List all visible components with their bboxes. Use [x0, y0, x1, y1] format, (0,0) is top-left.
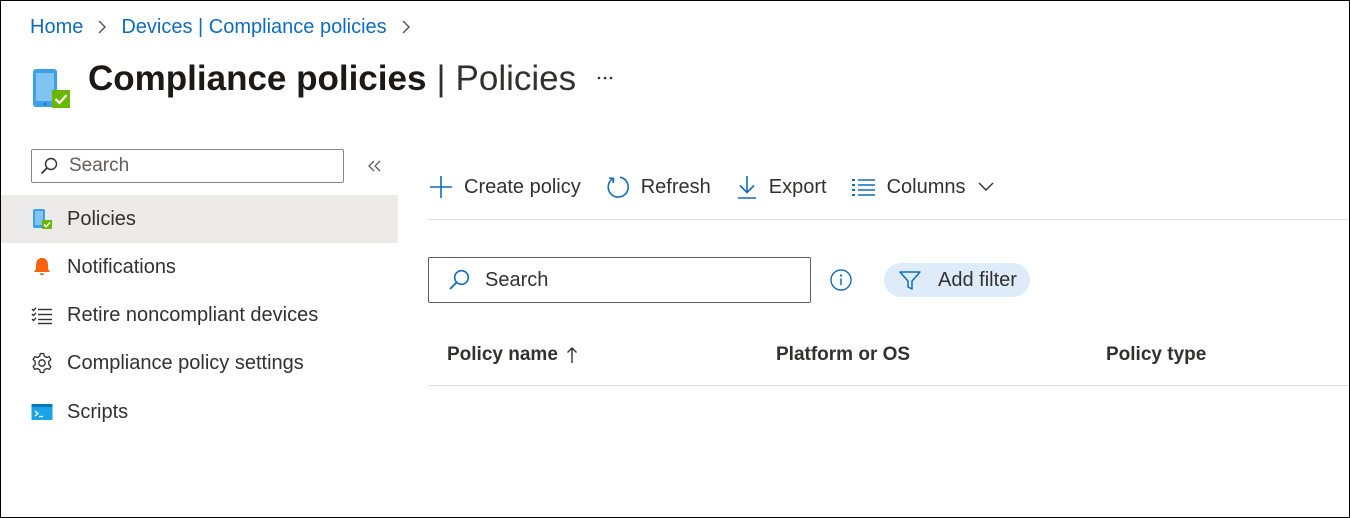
refresh-icon [607, 176, 629, 198]
chevron-down-icon [978, 182, 994, 191]
create-policy-label: Create policy [464, 175, 581, 198]
page-title-separator: | [436, 59, 446, 98]
chevron-right-icon [83, 16, 121, 39]
add-filter-label: Add filter [938, 268, 1017, 291]
export-button[interactable]: Export [735, 174, 827, 200]
chevron-right-icon [387, 16, 425, 39]
breadcrumb-devices-link[interactable]: Devices | Compliance policies [121, 16, 386, 39]
download-icon [737, 176, 756, 199]
terminal-icon [30, 400, 54, 424]
more-horizontal-icon[interactable] [593, 67, 619, 87]
search-icon [449, 269, 470, 290]
sidebar-item-notifications[interactable]: Notifications [1, 243, 398, 291]
nav-search-box [31, 149, 344, 183]
sidebar-item-compliance-settings[interactable]: Compliance policy settings [1, 339, 398, 387]
columns-list-icon [851, 179, 875, 196]
compliance-device-icon [32, 68, 72, 112]
column-header-policy-name[interactable]: Policy name [447, 341, 578, 369]
plus-icon [430, 176, 452, 198]
page-title-section: Policies [455, 59, 577, 98]
breadcrumb-home-link[interactable]: Home [30, 16, 83, 39]
collapse-nav-icon[interactable] [365, 156, 385, 176]
info-icon[interactable] [830, 269, 852, 291]
sidebar-item-label: Compliance policy settings [67, 351, 304, 374]
search-icon [40, 157, 58, 175]
page-title: Compliance policies | Policies [88, 57, 576, 101]
column-header-policy-type[interactable]: Policy type [1106, 341, 1206, 369]
sidebar-item-label: Retire noncompliant devices [67, 303, 319, 326]
compliance-device-icon [30, 207, 54, 231]
table-header-divider [428, 385, 1349, 386]
page-title-main: Compliance policies [88, 59, 427, 98]
checklist-icon [30, 303, 54, 327]
sidebar-item-policies[interactable]: Policies [1, 195, 398, 243]
compliance-policies-page: Home Devices | Compliance policies Compl… [0, 0, 1350, 518]
filter-icon [899, 271, 921, 290]
sidebar-item-label: Policies [67, 207, 136, 230]
policy-search-box [428, 257, 811, 303]
create-policy-button[interactable]: Create policy [428, 174, 581, 200]
column-header-platform[interactable]: Platform or OS [776, 341, 910, 369]
add-filter-button[interactable]: Add filter [884, 263, 1030, 297]
sidebar-item-label: Scripts [67, 400, 129, 423]
policy-search-input[interactable] [483, 267, 787, 293]
bell-icon [30, 255, 54, 279]
command-bar: Create policy Refresh Export Columns [428, 165, 1349, 209]
column-header-label: Platform or OS [776, 344, 911, 365]
breadcrumb: Home Devices | Compliance policies [30, 14, 425, 40]
column-header-label: Policy name [447, 344, 558, 365]
sidebar-item-label: Notifications [67, 255, 176, 278]
sidebar-item-retire-noncompliant[interactable]: Retire noncompliant devices [1, 291, 398, 339]
sidebar-item-scripts[interactable]: Scripts [1, 388, 398, 436]
columns-button[interactable]: Columns [851, 176, 996, 199]
column-header-label: Policy type [1106, 344, 1207, 365]
toolbar-divider [428, 219, 1349, 220]
gear-icon [30, 351, 54, 375]
columns-label: Columns [886, 175, 966, 198]
nav-search-input[interactable] [67, 154, 331, 178]
export-label: Export [768, 175, 827, 198]
refresh-button[interactable]: Refresh [605, 174, 711, 200]
sort-ascending-icon [566, 347, 577, 363]
refresh-label: Refresh [640, 175, 711, 198]
